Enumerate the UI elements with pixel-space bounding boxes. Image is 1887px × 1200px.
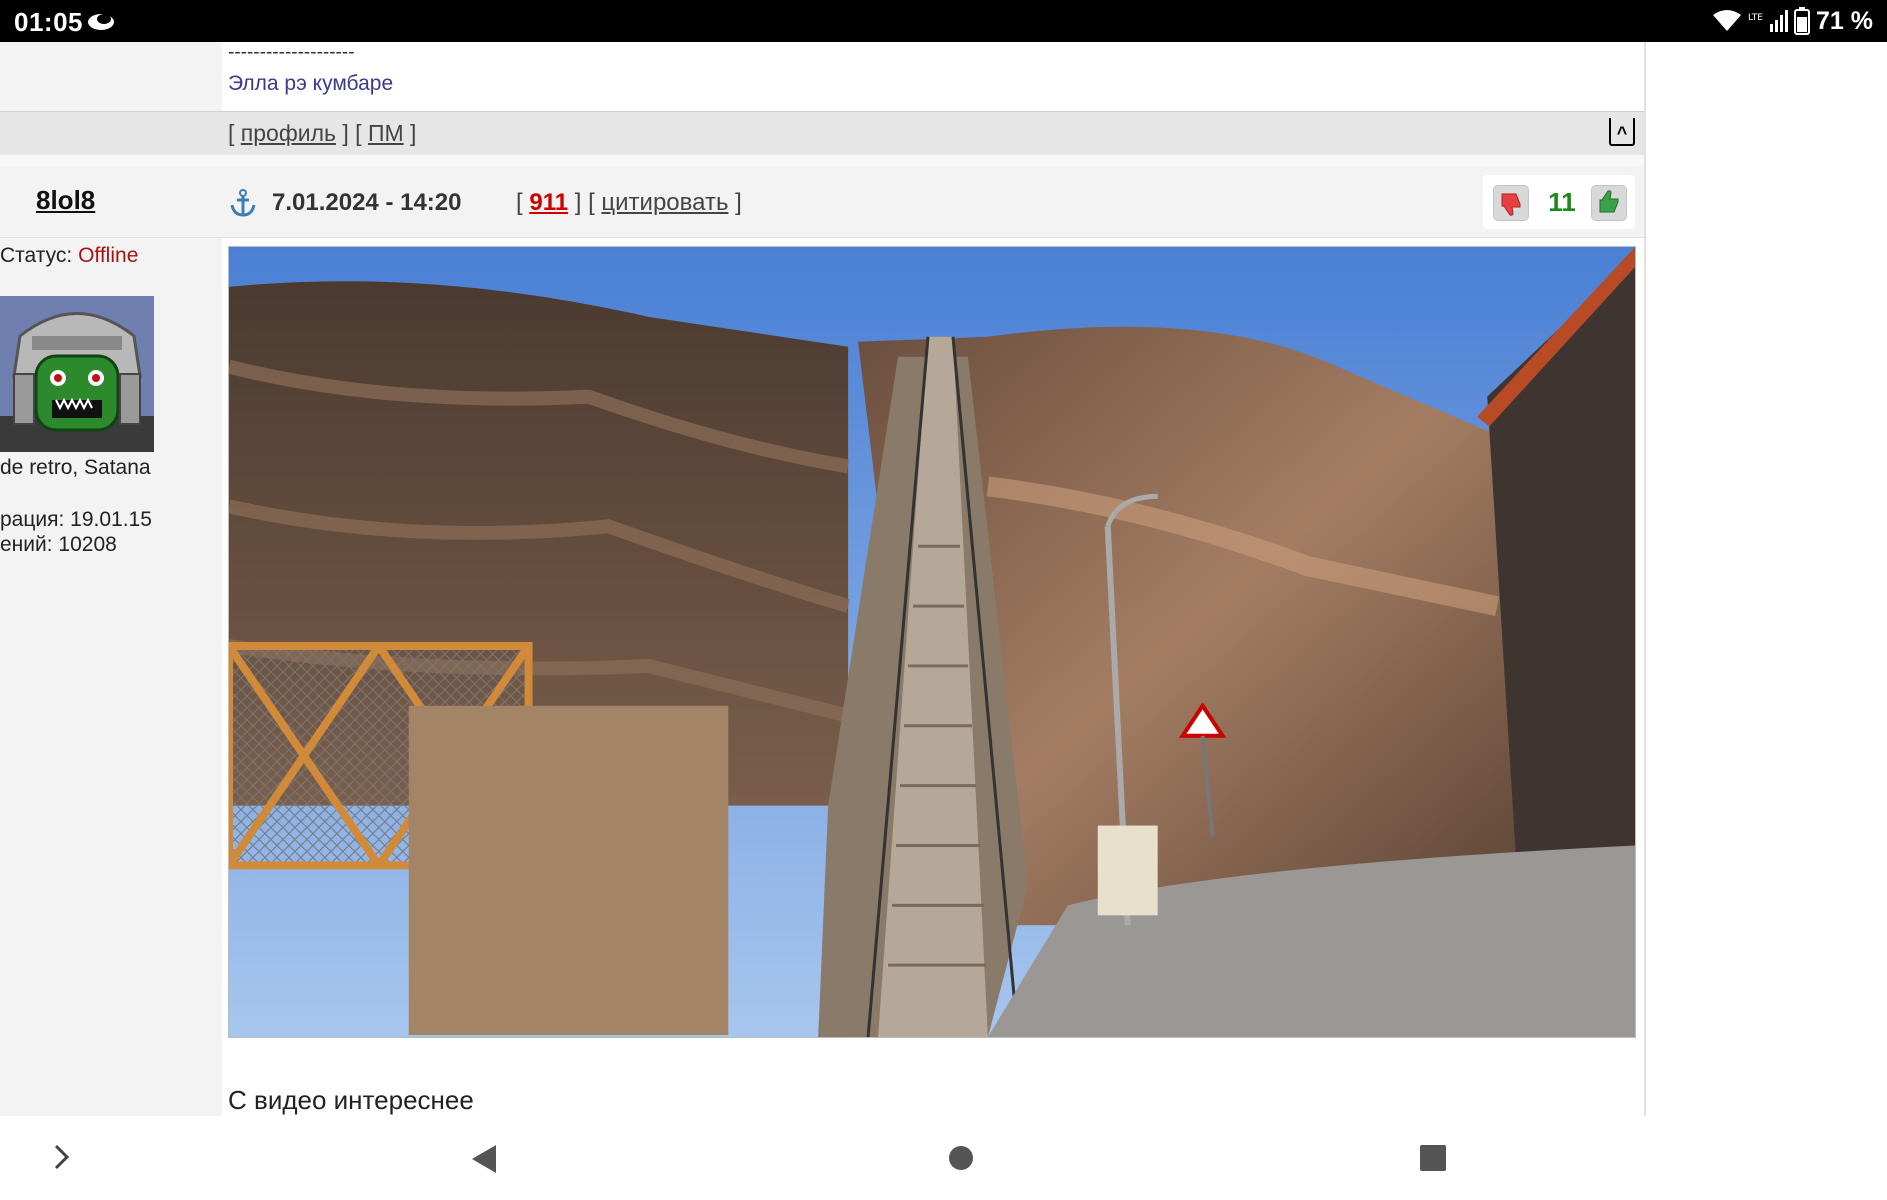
scroll-top-icon[interactable]: ^ — [1609, 118, 1635, 148]
thumbs-up-icon[interactable] — [1591, 185, 1627, 221]
system-navigation-bar — [0, 1116, 1887, 1200]
post-text: С видео интереснее — [228, 1085, 474, 1115]
chevron-right-icon[interactable] — [52, 1142, 72, 1172]
post-footer-links: [ профиль ] [ ПМ ] — [228, 120, 417, 146]
forum-content: -------------------- Элла рэ кумбаре [ п… — [0, 42, 1645, 1116]
post-author-link[interactable]: 8lol8 — [36, 185, 95, 216]
battery-percent: 71 % — [1816, 6, 1873, 35]
previous-post-footer: [ профиль ] [ ПМ ] ^ — [0, 111, 1645, 157]
back-icon[interactable] — [470, 1143, 498, 1175]
signal-icon: LTE — [1748, 10, 1789, 32]
profile-link[interactable]: профиль — [241, 120, 336, 146]
user-status: Статус: Offline — [0, 244, 139, 267]
svg-text:LTE: LTE — [1748, 13, 1763, 23]
post-number-link[interactable]: 911 — [529, 189, 568, 216]
notification-icon — [88, 14, 114, 30]
rating-widget: 11 — [1483, 175, 1635, 229]
recents-icon[interactable] — [1420, 1145, 1446, 1171]
status-time: 01:05 — [14, 7, 83, 37]
content-border — [1644, 42, 1646, 1116]
home-icon[interactable] — [948, 1145, 974, 1171]
thumbs-down-icon[interactable] — [1493, 185, 1529, 221]
anchor-icon[interactable] — [230, 189, 256, 217]
quote-link[interactable]: цитировать — [601, 189, 728, 216]
signature-separator: -------------------- — [228, 42, 355, 63]
user-title: de retro, Satana — [0, 456, 151, 479]
user-messages: ений: 10208 — [0, 533, 117, 556]
user-avatar[interactable] — [0, 296, 154, 452]
rating-count: 11 — [1548, 187, 1576, 217]
forum-page[interactable]: -------------------- Элла рэ кумбаре [ п… — [0, 42, 1887, 1116]
post-header: 8lol8 7.01.2024 - 14:20 [ 911 ] [ цитиро… — [0, 167, 1645, 238]
wifi-icon — [1713, 10, 1742, 31]
user-status-value: Offline — [78, 244, 139, 267]
post-date: 7.01.2024 - 14:20 — [272, 189, 462, 216]
status-right-group: LTE 71 % — [1712, 5, 1873, 37]
battery-icon — [1794, 7, 1811, 35]
system-status-bar: 01:05 LTE 71 % — [0, 0, 1887, 42]
post-image[interactable] — [228, 246, 1636, 1038]
signature-text: Элла рэ кумбаре — [228, 72, 394, 95]
pm-link[interactable]: ПМ — [368, 120, 404, 146]
user-registration: рация: 19.01.15 — [0, 508, 152, 531]
post-actions: [ 911 ] [ цитировать ] — [516, 189, 742, 216]
